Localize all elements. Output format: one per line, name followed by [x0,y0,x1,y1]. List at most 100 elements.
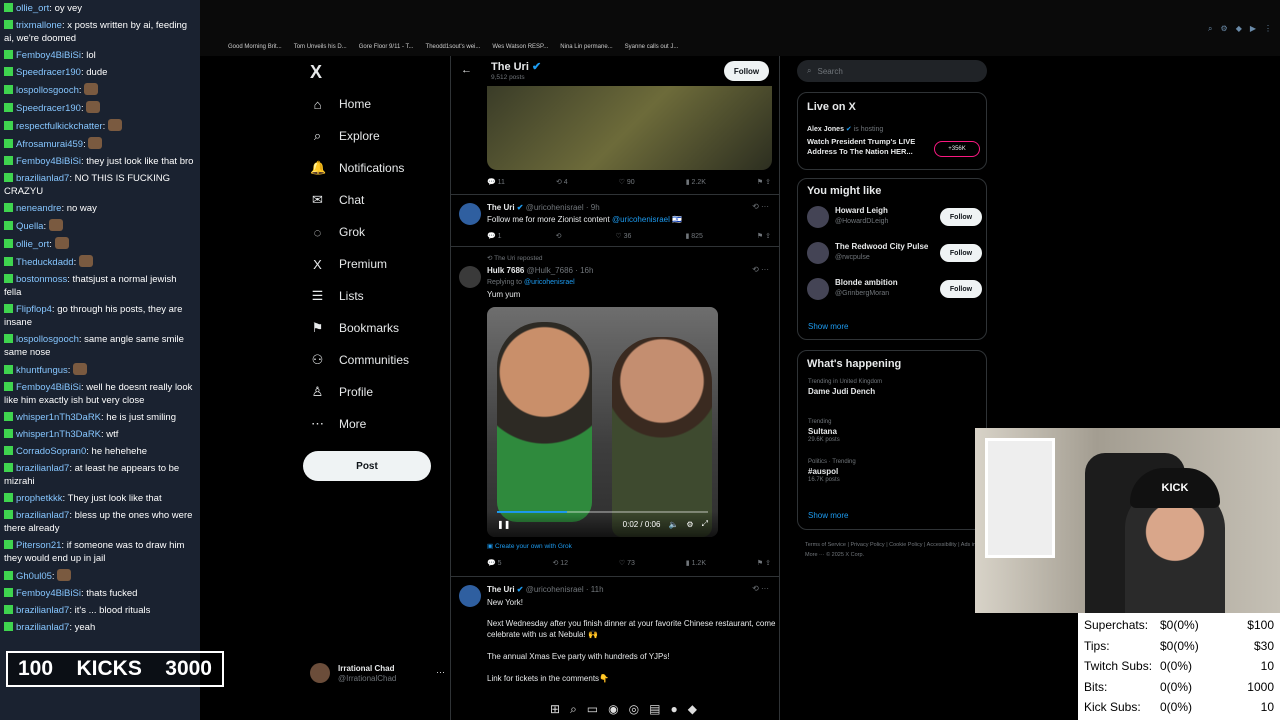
task-view-icon[interactable]: ▭ [587,702,598,716]
tweet-author[interactable]: The Uri ✔ @uricohenisrael · 9h [487,203,600,212]
more-icon[interactable]: ⟲ ··· [752,584,769,593]
tweet[interactable]: The Uri ✔ @uricohenisrael · 9h ⟲ ··· Fol… [451,194,779,246]
chat-username[interactable]: Femboy4BiBiSi [16,588,81,599]
live-text[interactable]: Watch President Trump's LIVE Address To … [807,137,927,157]
volume-icon[interactable]: 🔈 [668,520,678,529]
views-action[interactable]: ▮ 825 [685,232,702,244]
bookmark-item[interactable]: Gore Floor 9/11 - T... [359,44,414,50]
chat-username[interactable]: trixmallone [16,20,62,31]
nav-item-communities[interactable]: ⚇ Communities [310,348,409,372]
extension-icon[interactable]: ◆ [1236,24,1242,34]
avatar[interactable] [459,266,481,288]
avatar[interactable] [807,206,829,228]
tweet-video[interactable]: ❚❚ 0:02 / 0:06 🔈 ⚙ ⤢ [487,307,718,537]
follow-button[interactable]: Follow [724,61,769,81]
bookmark-item[interactable]: Syanne calls out J... [625,44,679,50]
reply-action[interactable]: 💬 5 [487,559,502,571]
chat-username[interactable]: respectfulkickchatter [16,121,103,132]
trend-topic[interactable]: Sultana [808,427,840,436]
repost-action[interactable]: ⟲ 12 [552,559,568,571]
follow-button[interactable]: Follow [940,208,982,226]
chat-username[interactable]: Speedracer190 [16,103,81,114]
chat-username[interactable]: Afrosamurai459 [16,139,83,150]
bookmark-item[interactable]: Theodd1sout's wei... [426,44,481,50]
bookmark-item[interactable]: Nina Lin permane... [560,44,612,50]
views-action[interactable]: ▮ 1.2K [686,559,706,571]
more-icon[interactable]: ⟲ ··· [752,265,769,274]
reply-action[interactable]: 💬 1 [487,232,502,244]
suggestion-name[interactable]: The Redwood City Pulse [835,242,928,251]
chat-username[interactable]: ollie_ort [16,3,49,14]
trend-item[interactable]: Trending Sultana 29.6K posts [808,419,840,443]
x-logo-icon[interactable]: X [310,62,322,83]
chat-username[interactable]: CorradoSopran0 [16,446,86,457]
nav-item-home[interactable]: ⌂ Home [310,92,371,116]
post-button[interactable]: Post [303,451,431,481]
chat-username[interactable]: Gh0ul05 [16,571,52,582]
show-more-link[interactable]: Show more [808,322,848,331]
app-icon[interactable]: ◆ [688,702,697,716]
zoom-icon[interactable]: ⌕ [1208,24,1212,34]
search-input[interactable]: ⌕ Search [797,60,987,82]
settings-icon[interactable]: ⚙ [686,520,693,529]
chat-username[interactable]: Femboy4BiBiSi [16,382,81,393]
play-icon[interactable]: ▶ [1250,24,1256,34]
nav-item-grok[interactable]: ◌ Grok [310,220,365,244]
browser-icon[interactable]: ◎ [629,702,639,716]
nav-item-notifications[interactable]: 🔔 Notifications [310,156,404,180]
show-more-link[interactable]: Show more [808,511,848,520]
chat-username[interactable]: bostonmoss [16,274,67,285]
fullscreen-icon[interactable]: ⤢ [702,519,708,529]
chat-username[interactable]: Speedracer190 [16,67,81,78]
chat-username[interactable]: brazilianlad7 [16,510,69,521]
chat-username[interactable]: Femboy4BiBiSi [16,50,81,61]
like-action[interactable]: ♡ 90 [619,178,635,190]
like-action[interactable]: ♡ 36 [615,232,631,244]
views-action[interactable]: ▮ 2.2K [686,178,706,190]
chat-username[interactable]: lospollosgooch [16,334,79,345]
chat-username[interactable]: prophetkkk [16,493,62,504]
nav-item-profile[interactable]: ♙ Profile [310,380,373,404]
spotify-icon[interactable]: ● [670,702,677,716]
nav-item-more[interactable]: ⋯ More [310,412,366,436]
avatar[interactable] [807,242,829,264]
chat-username[interactable]: brazilianlad7 [16,622,69,633]
chat-username[interactable]: Quella [16,221,43,232]
nav-item-explore[interactable]: ⌕ Explore [310,124,380,148]
footer-links[interactable]: Terms of Service | Privacy Policy | Cook… [805,540,985,560]
live-listener-count[interactable]: +356K [934,141,980,157]
chat-username[interactable]: brazilianlad7 [16,173,69,184]
like-action[interactable]: ♡ 73 [619,559,635,571]
suggestion-name[interactable]: Howard Leigh [835,206,888,215]
live-host[interactable]: Alex Jones ✔ is hosting [807,125,883,133]
trend-topic[interactable]: Dame Judi Dench [808,387,882,396]
nav-item-lists[interactable]: ☰ Lists [310,284,364,308]
chat-username[interactable]: lospollosgooch [16,85,79,96]
account-switcher[interactable]: Irrational Chad @IrrationalChad ··· [310,658,445,688]
settings-icon[interactable]: ⚙ [1221,24,1228,34]
trend-item[interactable]: Trending in United Kingdom Dame Judi Denc… [808,379,882,397]
create-with-grok-link[interactable]: ▣ Create your own with Grok [487,542,572,550]
tweet-author[interactable]: Hulk 7686 @Hulk_7686 · 16h [487,266,593,275]
chat-username[interactable]: brazilianlad7 [16,463,69,474]
suggestion-row[interactable]: Blonde ambition @GrinbergMoran Follow [807,275,982,303]
suggestion-row[interactable]: Howard Leigh @HowardDLeigh Follow [807,203,982,231]
suggestion-name[interactable]: Blonde ambition [835,278,898,287]
avatar[interactable] [459,203,481,225]
chat-username[interactable]: brazilianlad7 [16,605,69,616]
bookmark-action[interactable]: ⚑ ⇪ [757,232,771,244]
nav-item-premium[interactable]: X Premium [310,252,387,276]
app-icon[interactable]: ◉ [608,702,618,716]
chat-username[interactable]: whisper1nTh3DaRK [16,412,101,423]
chat-username[interactable]: Piterson21 [16,540,61,551]
bookmark-item[interactable]: Wes Watson RESP... [492,44,548,50]
nav-item-bookmarks[interactable]: ⚑ Bookmarks [310,316,399,340]
repost-action[interactable]: ⟲ [556,232,562,244]
avatar[interactable] [807,278,829,300]
more-icon[interactable]: ··· [436,667,445,677]
search-icon[interactable]: ⌕ [570,702,577,717]
bookmark-item[interactable]: Tom Unveils his D... [294,44,347,50]
suggestion-row[interactable]: The Redwood City Pulse @rwcpulse Follow [807,239,982,267]
chat-username[interactable]: Femboy4BiBiSi [16,156,81,167]
follow-button[interactable]: Follow [940,280,982,298]
